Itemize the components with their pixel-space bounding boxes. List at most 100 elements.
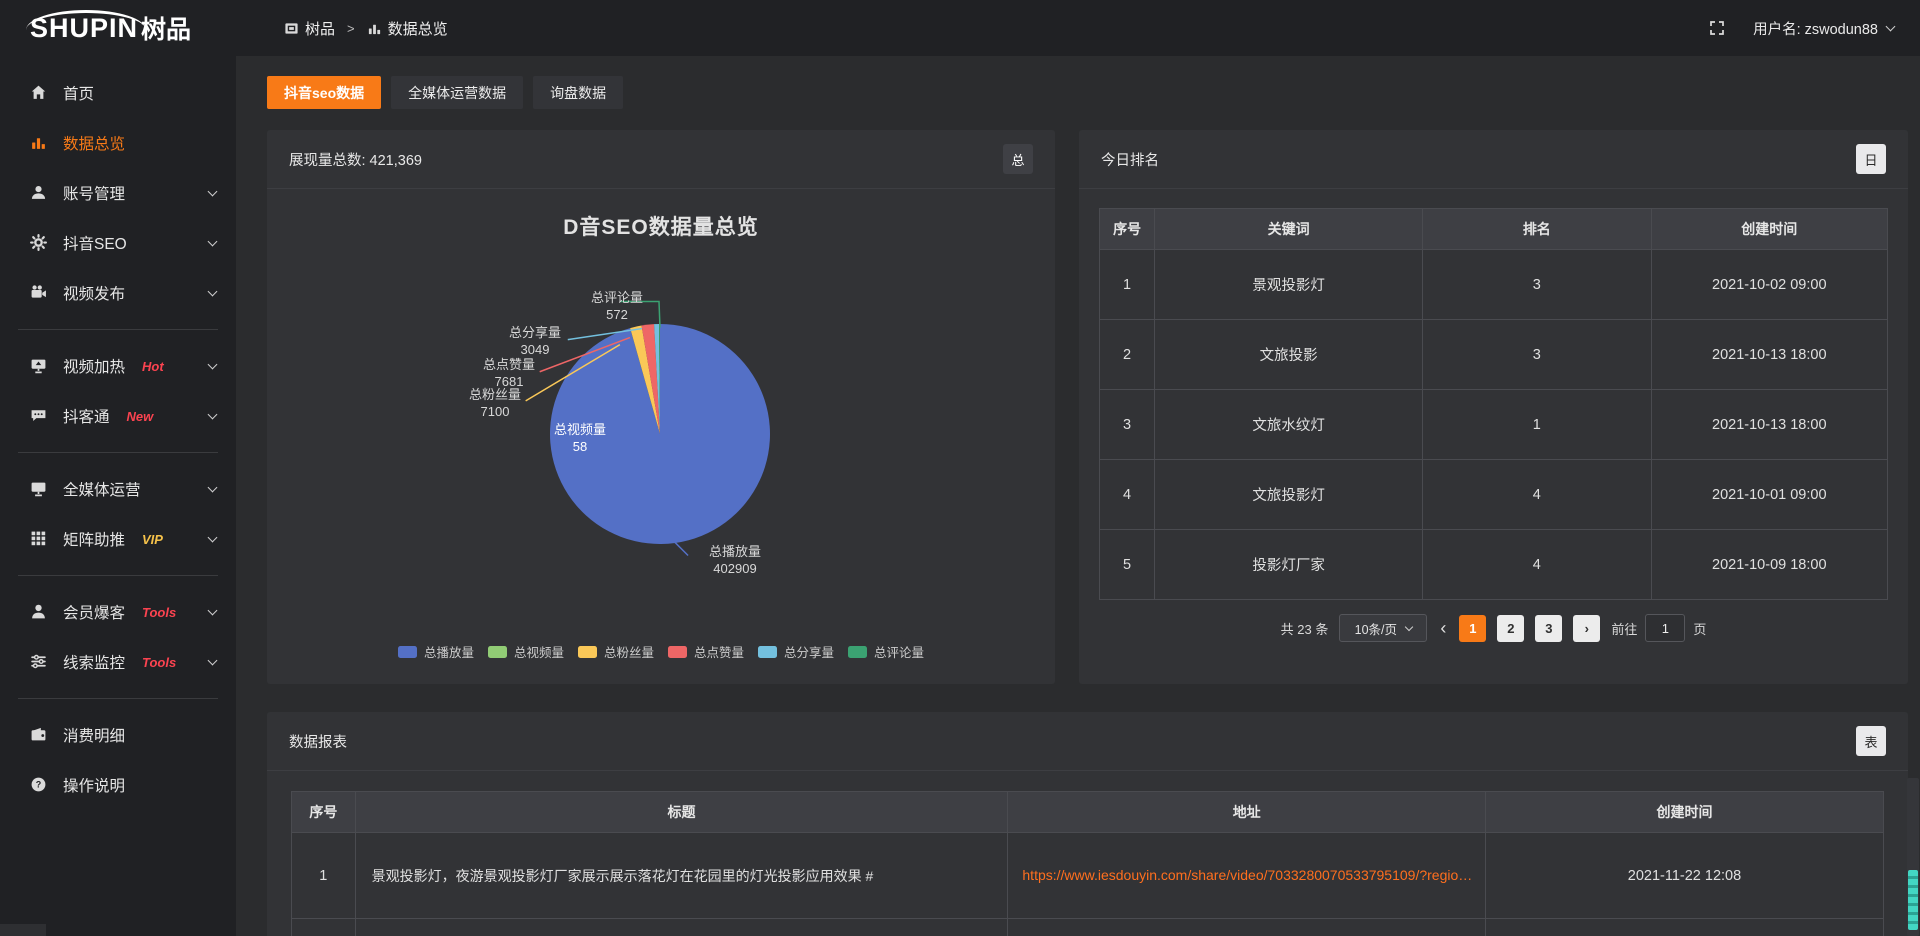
sidebar-badge: Tools	[142, 655, 176, 670]
breadcrumb-item-data-overview[interactable]: 数据总览	[367, 18, 448, 39]
chart-title: D音SEO数据量总览	[267, 189, 1055, 241]
member-icon	[30, 603, 48, 621]
next-page-button[interactable]: ›	[1573, 615, 1600, 642]
chevron-down-icon	[208, 532, 218, 542]
table-cell: 2021-11-22 12:08	[1485, 833, 1883, 919]
breadcrumb-label: 数据总览	[388, 18, 448, 39]
sidebar-item-member-burst[interactable]: 会员爆客Tools	[0, 587, 236, 637]
chevron-down-icon	[208, 482, 218, 492]
sidebar-divider	[18, 575, 218, 576]
table-cell: 文旅投影	[1155, 320, 1423, 390]
column-header: 标题	[355, 792, 1008, 833]
table-cell	[292, 919, 356, 936]
fullscreen-icon[interactable]	[1709, 20, 1725, 36]
page-size-select[interactable]: 10条/页	[1339, 614, 1427, 642]
total-mode-button[interactable]: 总	[1003, 144, 1033, 174]
sidebar-badge: VIP	[142, 532, 163, 547]
sidebar-item-matrix-boost[interactable]: 矩阵助推 VIP	[0, 514, 236, 564]
gear-icon	[30, 234, 48, 252]
table-cell: 2021-10-13 18:00	[1651, 390, 1887, 460]
pie-legend: 总播放量总视频量总粉丝量总点赞量总分享量总评论量	[267, 642, 1055, 661]
page-button-2[interactable]: 2	[1497, 615, 1524, 642]
monitor-icon	[30, 480, 48, 498]
sidebar-item-label: 抖音SEO	[63, 232, 127, 254]
legend-item[interactable]: 总评论量	[848, 642, 924, 661]
legend-item[interactable]: 总分享量	[758, 642, 834, 661]
prev-page-button[interactable]: ‹	[1438, 618, 1448, 639]
scrollbar-thumb[interactable]	[1908, 870, 1918, 930]
logo[interactable]: SHUPIN 树品	[0, 10, 236, 46]
sidebar-item-video-publish[interactable]: 视频发布	[0, 268, 236, 318]
report-table: 序号标题地址创建时间 1景观投影灯，夜游景观投影灯厂家展示展示落花灯在花园里的灯…	[291, 791, 1884, 936]
sidebar-item-label: 消费明细	[63, 724, 125, 746]
tab-douyin-seo-data[interactable]: 抖音seo数据	[267, 76, 381, 109]
column-header: 创建时间	[1485, 792, 1883, 833]
sidebar-item-label: 会员爆客	[63, 601, 125, 623]
bar-chart-icon	[367, 21, 382, 36]
legend-swatch	[668, 646, 687, 658]
sidebar-item-clue-monitor[interactable]: 线索监控 Tools	[0, 637, 236, 687]
table-row	[292, 919, 1884, 936]
table-cell: 4	[1423, 460, 1652, 530]
user-menu[interactable]: 用户名: zswodun88	[1753, 18, 1894, 39]
breadcrumb: 树品 > 数据总览	[284, 18, 448, 39]
sidebar-item-consumption[interactable]: 消费明细	[0, 710, 236, 760]
day-mode-button[interactable]: 日	[1856, 144, 1886, 174]
goto-unit-label: 页	[1693, 619, 1706, 638]
table-cell: 文旅投影灯	[1155, 460, 1423, 530]
sidebar-item-douyin-seo[interactable]: 抖音SEO	[0, 218, 236, 268]
legend-item[interactable]: 总粉丝量	[578, 642, 654, 661]
page-number-list: 123	[1459, 615, 1562, 642]
chevron-down-icon	[208, 236, 218, 246]
table-cell: 3	[1423, 320, 1652, 390]
legend-item[interactable]: 总播放量	[398, 642, 474, 661]
sidebar-item-label: 矩阵助推	[63, 528, 125, 550]
home-icon	[30, 84, 48, 102]
sidebar-item-home[interactable]: 首页	[0, 68, 236, 118]
sidebar-item-doukertong[interactable]: 抖客通New	[0, 391, 236, 441]
tab-inquiry-data[interactable]: 询盘数据	[533, 76, 623, 109]
legend-item[interactable]: 总点赞量	[668, 642, 744, 661]
report-card-title: 数据报表	[289, 731, 347, 752]
goto-page: 前往 页	[1611, 614, 1706, 642]
table-cell: 1	[1100, 250, 1155, 320]
legend-swatch	[488, 646, 507, 658]
sidebar-collapse-handle[interactable]	[0, 924, 46, 936]
video-link[interactable]: https://www.iesdouyin.com/share/video/70…	[1022, 867, 1472, 883]
table-cell: 3	[1100, 390, 1155, 460]
page-button-1[interactable]: 1	[1459, 615, 1486, 642]
legend-item[interactable]: 总视频量	[488, 642, 564, 661]
table-cell: 2021-10-09 18:00	[1651, 530, 1887, 600]
table-mode-button[interactable]: 表	[1856, 726, 1886, 756]
table-cell: 1	[292, 833, 356, 919]
sidebar-item-account[interactable]: 账号管理	[0, 168, 236, 218]
grid-icon	[30, 530, 48, 548]
table-cell: 3	[1423, 250, 1652, 320]
table-cell	[1008, 919, 1486, 936]
pagination: 共 23 条 10条/页 ‹ 123 › 前往 页	[1099, 614, 1888, 642]
breadcrumb-item-shupin[interactable]: 树品	[284, 18, 335, 39]
ranking-card: 今日排名 日 序号关键词排名创建时间 1景观投影灯32021-10-02 09:…	[1079, 130, 1908, 684]
total-count-label: 共 23 条	[1281, 619, 1329, 638]
table-cell: 投影灯厂家	[1155, 530, 1423, 600]
table-cell: 景观投影灯	[1155, 250, 1423, 320]
chevron-down-icon	[208, 605, 218, 615]
table-cell	[355, 919, 1008, 936]
breadcrumb-separator: >	[347, 21, 355, 36]
sidebar-item-label: 账号管理	[63, 182, 125, 204]
tab-media-operation-data[interactable]: 全媒体运营数据	[391, 76, 523, 109]
table-cell: 4	[1100, 460, 1155, 530]
sidebar-item-data-overview[interactable]: 数据总览	[0, 118, 236, 168]
page-button-3[interactable]: 3	[1535, 615, 1562, 642]
sidebar-item-video-heat[interactable]: 视频加热Hot	[0, 341, 236, 391]
ranking-table-area: 序号关键词排名创建时间 1景观投影灯32021-10-02 09:002文旅投影…	[1079, 189, 1908, 684]
sidebar-item-instructions[interactable]: ?操作说明	[0, 760, 236, 810]
topbar-right: 用户名: zswodun88	[1709, 18, 1920, 39]
goto-page-input[interactable]	[1645, 614, 1685, 642]
table-cell: 2021-10-02 09:00	[1651, 250, 1887, 320]
sidebar-item-label: 线索监控	[63, 651, 125, 673]
ranking-card-header: 今日排名 日	[1079, 130, 1908, 189]
pie-label-videos: 总视频量58	[530, 421, 630, 455]
sidebar-item-media-operation[interactable]: 全媒体运营	[0, 464, 236, 514]
chart-icon	[30, 134, 48, 152]
